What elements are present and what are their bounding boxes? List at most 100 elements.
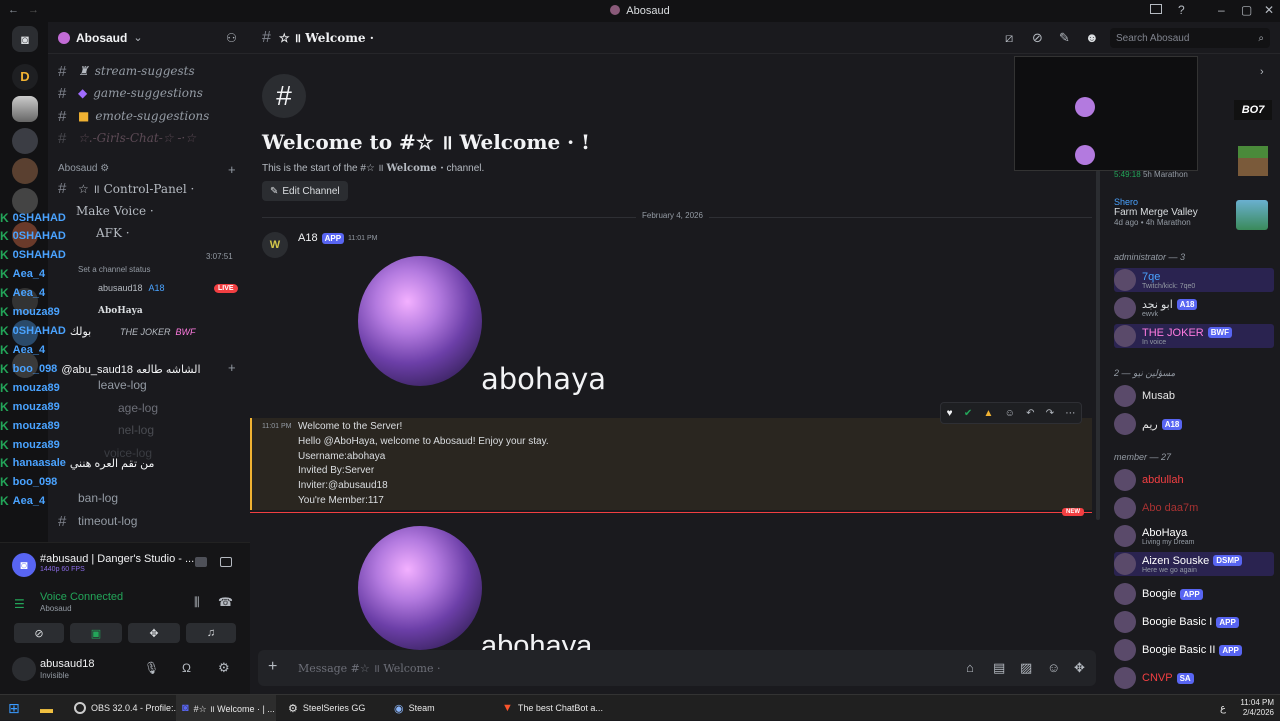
overlay-username: mouza89 bbox=[12, 401, 60, 413]
category-abosaud[interactable]: Abosaud ⚙ bbox=[58, 163, 109, 174]
member-name: Abo daa7m bbox=[1142, 502, 1199, 514]
taskbar-brave[interactable]: ▼ The best ChatBot a... bbox=[502, 695, 603, 721]
notifications-muted-icon[interactable]: ⊘ bbox=[1032, 30, 1043, 46]
avatar[interactable] bbox=[12, 657, 36, 681]
gear-icon[interactable]: ⚙ bbox=[218, 660, 230, 676]
taskbar-discord[interactable]: ◙ #☆ ॥ Welcome · | ... bbox=[176, 695, 276, 721]
username[interactable]: abusaud18 bbox=[40, 658, 94, 670]
close-icon[interactable]: ✕ bbox=[1264, 3, 1274, 17]
stream-preview[interactable] bbox=[1014, 56, 1198, 171]
member-row[interactable]: ابو نجد A18 ewvk bbox=[1114, 296, 1198, 320]
noise-suppression-icon[interactable]: ⫼ bbox=[194, 595, 200, 610]
message-input[interactable]: Message #☆ ॥ Welcome · bbox=[298, 661, 440, 676]
channel-game-suggestions[interactable]: # ◆ game-suggestions bbox=[58, 83, 203, 103]
emoji-icon[interactable]: ☺ bbox=[1047, 660, 1060, 675]
apps-icon[interactable]: ✥ bbox=[1074, 660, 1085, 676]
member-row[interactable]: Boogie APP bbox=[1114, 582, 1203, 606]
channel-control-panel[interactable]: # ☆ ॥ Control-Panel · bbox=[58, 178, 194, 198]
welcome-avatar-image[interactable] bbox=[358, 526, 482, 650]
disconnect-icon[interactable]: ☎ bbox=[218, 595, 233, 609]
activities-button[interactable]: ✥ bbox=[128, 623, 180, 643]
search-input[interactable]: Search Abosaud ⌕ bbox=[1110, 28, 1270, 48]
activity-subtitle: 1440p 60 FPS bbox=[40, 566, 85, 573]
more-icon[interactable]: ⋯ bbox=[1065, 408, 1075, 419]
screen-share-button[interactable]: ▣ bbox=[70, 623, 122, 643]
member-row[interactable]: Musab bbox=[1114, 384, 1175, 408]
avatar bbox=[1114, 639, 1136, 661]
pin-icon[interactable]: ✎ bbox=[1059, 30, 1070, 46]
help-icon[interactable]: ? bbox=[1178, 3, 1185, 17]
reply-icon[interactable]: ↶ bbox=[1026, 408, 1034, 419]
headphones-icon[interactable]: Ω bbox=[182, 661, 191, 675]
sticker-icon[interactable]: ▨ bbox=[1020, 660, 1032, 676]
member-row[interactable]: abdullah bbox=[1114, 468, 1184, 492]
channel-girls-chat[interactable]: # ☆.-Girls-Chat-☆ -·☆ bbox=[58, 128, 196, 148]
avatar bbox=[1114, 269, 1136, 291]
taskbar-steelseries[interactable]: ⚙ SteelSeries GG bbox=[288, 695, 365, 721]
taskbar-steam[interactable]: ◉ Steam bbox=[394, 695, 435, 721]
kick-icon: K bbox=[0, 248, 9, 262]
member-row[interactable]: CNVP SA bbox=[1114, 666, 1194, 690]
member-row[interactable]: Abo daa7m bbox=[1114, 496, 1198, 520]
server-icon-d[interactable]: D bbox=[12, 64, 38, 90]
welcome-avatar-image[interactable] bbox=[358, 256, 482, 386]
message-time: 11:01 PM bbox=[348, 234, 378, 242]
discord-home-icon[interactable]: ◙ bbox=[12, 26, 38, 52]
add-attachment-icon[interactable]: + bbox=[268, 658, 277, 676]
channel-stream-suggests[interactable]: # ♜ stream-suggests bbox=[58, 61, 195, 81]
clock[interactable]: 11:04 PM 2/4/2026 bbox=[1236, 695, 1274, 721]
minimize-icon[interactable]: – bbox=[1218, 3, 1225, 17]
mic-icon[interactable]: 🎙︎ bbox=[144, 661, 159, 675]
heart-reaction-icon[interactable]: ♥ bbox=[947, 408, 953, 419]
avatar[interactable]: W bbox=[262, 232, 288, 258]
add-reaction-icon[interactable]: ☺ bbox=[1005, 408, 1015, 419]
kick-icon: K bbox=[0, 343, 9, 357]
member-row[interactable]: 7qe Twitch/kick: 7qe0 bbox=[1114, 268, 1274, 292]
member-list-icon[interactable]: ☻ bbox=[1085, 30, 1099, 45]
message-author[interactable]: A18 bbox=[298, 232, 318, 244]
channel-timeout-log[interactable]: # timeout-log bbox=[58, 511, 137, 531]
member-row[interactable]: THE JOKER BWF In voice bbox=[1114, 324, 1274, 348]
chat-scrollbar[interactable] bbox=[1096, 170, 1100, 520]
file-explorer-icon[interactable]: ▬ bbox=[40, 695, 53, 721]
member-name: ريم bbox=[1142, 418, 1158, 431]
member-row[interactable]: Aizen Souske DSMP Here we go again bbox=[1114, 552, 1274, 576]
soundboard-button[interactable]: ♫ bbox=[186, 623, 236, 643]
voice-channel-label[interactable]: Abosaud bbox=[40, 604, 72, 613]
inbox-icon[interactable] bbox=[1150, 4, 1162, 14]
server-header[interactable]: Abosaud ⌄ ⚇ bbox=[48, 22, 250, 54]
threads-icon[interactable]: ⧄ bbox=[1005, 30, 1013, 46]
member-row[interactable]: AboHaya Living my Dream bbox=[1114, 524, 1195, 548]
edit-channel-button[interactable]: ✎ Edit Channel bbox=[262, 181, 348, 201]
member-row[interactable]: ريم A18 bbox=[1114, 412, 1183, 436]
language-indicator[interactable]: ع bbox=[1220, 695, 1226, 721]
add-member-icon[interactable]: ⚇ bbox=[226, 31, 237, 45]
voice-connected-label[interactable]: Voice Connected bbox=[40, 591, 123, 603]
gift-icon[interactable]: ⌂ bbox=[966, 660, 974, 675]
server-icon[interactable] bbox=[12, 128, 38, 154]
activity-title[interactable]: #abusaud | Danger's Studio - ... bbox=[40, 553, 194, 565]
hash-icon: # bbox=[58, 129, 67, 147]
maximize-icon[interactable]: ▢ bbox=[1241, 3, 1252, 17]
overlay-chat-row: Kboo_098 @abu_saud18 الشاشه طالعه bbox=[0, 360, 201, 378]
channel-label: game-suggestions bbox=[93, 86, 203, 100]
server-icon-abosaud[interactable] bbox=[12, 96, 38, 122]
channel-emote-suggestions[interactable]: # ■ emote-suggestions bbox=[58, 106, 209, 126]
member-row[interactable]: Boogie Basic I APP bbox=[1114, 610, 1239, 634]
member-name-row: Abo daa7m bbox=[1142, 502, 1198, 514]
camera-off-button[interactable]: ⊘ bbox=[14, 623, 64, 643]
thumbs-up-icon[interactable]: ▲ bbox=[983, 408, 993, 419]
add-channel-icon[interactable]: + bbox=[228, 360, 236, 375]
check-reaction-icon[interactable]: ✔ bbox=[964, 408, 972, 419]
member-info: THE JOKER BWF In voice bbox=[1142, 327, 1232, 346]
server-icon[interactable] bbox=[12, 158, 38, 184]
forward-icon[interactable]: ↷ bbox=[1046, 408, 1054, 419]
taskbar-obs[interactable]: OBS 32.0.4 - Profile:... bbox=[74, 695, 181, 721]
gif-icon[interactable]: ▤ bbox=[993, 660, 1005, 676]
windows-start-icon[interactable]: ⊞ bbox=[8, 695, 20, 721]
screen-icon[interactable] bbox=[220, 557, 232, 567]
add-channel-icon[interactable]: + bbox=[228, 162, 236, 177]
member-row[interactable]: Boogie Basic II APP bbox=[1114, 638, 1242, 662]
popout-icon[interactable] bbox=[195, 557, 207, 567]
chevron-right-icon[interactable]: › bbox=[1260, 66, 1264, 78]
